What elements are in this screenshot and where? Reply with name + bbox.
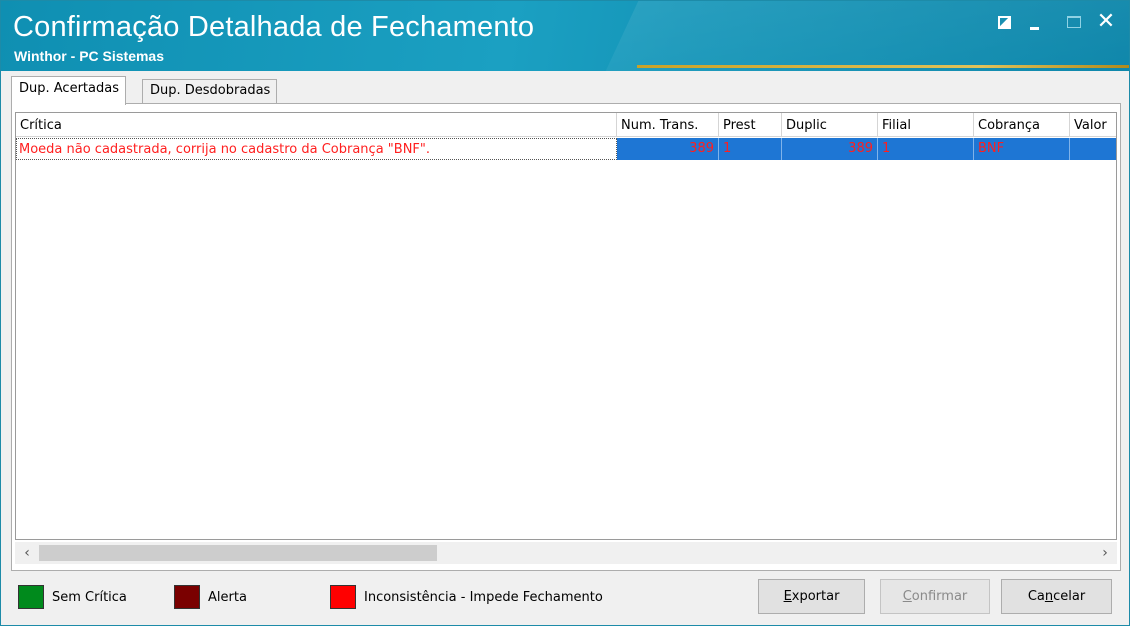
scroll-left-icon[interactable]: ‹	[19, 544, 35, 562]
title-accent-line	[637, 65, 1129, 68]
close-icon: ✕	[1096, 9, 1116, 34]
column-header-critica[interactable]: Crítica	[16, 113, 617, 137]
column-header-valor[interactable]: Valor	[1070, 113, 1116, 137]
cancelar-button[interactable]: Ca n celar	[1001, 579, 1112, 614]
cell-duplic[interactable]: 389	[782, 138, 878, 160]
column-header-filial[interactable]: Filial	[878, 113, 974, 137]
red-swatch	[330, 585, 356, 609]
cell-critica[interactable]: Moeda não cadastrada, corrija no cadastr…	[16, 138, 617, 160]
minimize-icon	[1029, 26, 1039, 30]
window-title: Confirmação Detalhada de Fechamento	[13, 11, 535, 43]
tab-label: Dup. Acertadas	[19, 81, 119, 96]
minimize-button[interactable]	[1023, 11, 1045, 33]
maximize-icon	[1067, 16, 1081, 28]
tab-panel: Crítica Num. Trans. Prest Duplic Filial …	[11, 103, 1121, 571]
column-header-cobranca[interactable]: Cobrança	[974, 113, 1070, 137]
confirmar-button: Confirmar	[880, 579, 990, 614]
legend-alerta: Alerta	[174, 585, 247, 609]
legend-inconsistencia: Inconsistência - Impede Fechamento	[330, 585, 603, 609]
cell-filial[interactable]: 1	[878, 138, 974, 160]
restore-button[interactable]	[993, 11, 1015, 33]
table-row[interactable]: Moeda não cadastrada, corrija no cadastr…	[16, 138, 1116, 160]
legend-label: Sem Crítica	[52, 589, 127, 605]
dark-red-swatch	[174, 585, 200, 609]
title-bar[interactable]: Confirmação Detalhada de Fechamento Wint…	[1, 1, 1129, 71]
restore-icon	[997, 15, 1011, 29]
tab-dup-acertadas[interactable]: Dup. Acertadas	[11, 76, 126, 105]
exportar-button[interactable]: Exportar	[758, 579, 865, 614]
cell-cobranca[interactable]: BNF	[974, 138, 1070, 160]
scroll-right-icon[interactable]: ›	[1097, 544, 1113, 562]
cell-num-trans[interactable]: 389	[617, 138, 719, 160]
data-grid[interactable]: Crítica Num. Trans. Prest Duplic Filial …	[15, 112, 1117, 540]
legend-sem-critica: Sem Crítica	[18, 585, 127, 609]
column-header-duplic[interactable]: Duplic	[782, 113, 878, 137]
tab-label: Dup. Desdobradas	[150, 83, 271, 98]
column-header-prest[interactable]: Prest	[719, 113, 782, 137]
window-subtitle: Winthor - PC Sistemas	[14, 48, 165, 64]
column-header-num-trans[interactable]: Num. Trans.	[617, 113, 719, 137]
title-sheen	[601, 1, 1129, 71]
grid-header: Crítica Num. Trans. Prest Duplic Filial …	[16, 113, 1116, 137]
scrollbar-thumb[interactable]	[39, 545, 437, 561]
cell-prest[interactable]: 1	[719, 138, 782, 160]
maximize-button[interactable]	[1063, 11, 1085, 33]
horizontal-scrollbar[interactable]: ‹ ›	[15, 542, 1117, 564]
green-swatch	[18, 585, 44, 609]
main-window: Confirmação Detalhada de Fechamento Wint…	[0, 0, 1130, 626]
cell-valor[interactable]: 1	[1070, 138, 1116, 160]
close-button[interactable]: ✕	[1095, 11, 1117, 33]
legend-label: Alerta	[208, 589, 247, 605]
tab-dup-desdobradas[interactable]: Dup. Desdobradas	[142, 79, 278, 104]
legend-label: Inconsistência - Impede Fechamento	[364, 589, 603, 605]
